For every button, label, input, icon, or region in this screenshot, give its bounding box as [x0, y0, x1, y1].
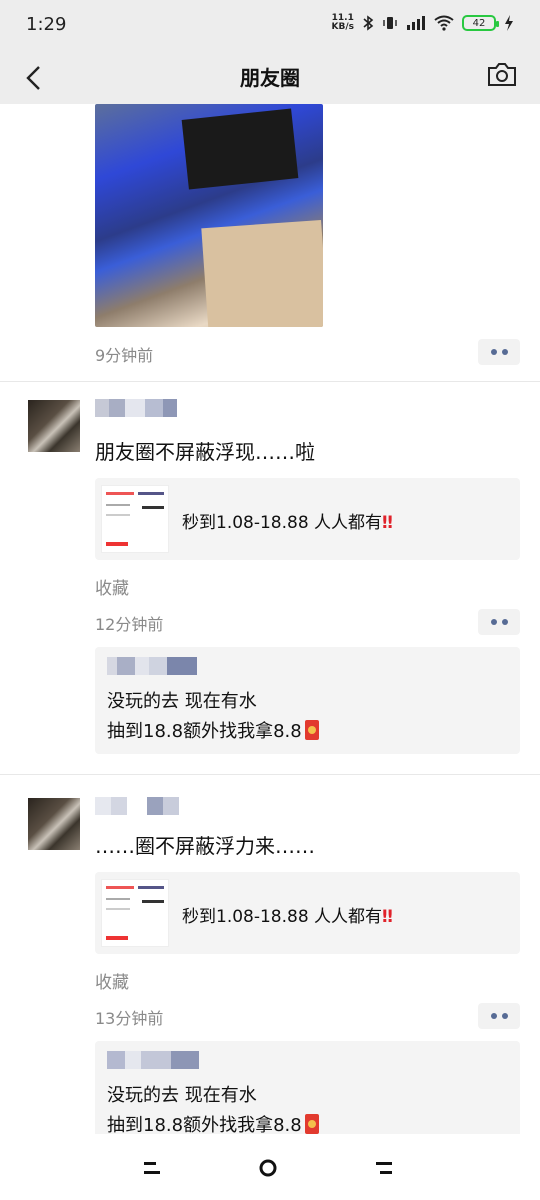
post-time: 12分钟前 — [95, 615, 164, 634]
post-text: ……圈不屏蔽浮力来…… — [95, 834, 315, 858]
blurred-name — [171, 1050, 199, 1069]
vibrate-icon — [383, 17, 397, 29]
dot-icon — [490, 1013, 497, 1019]
home-icon[interactable] — [256, 1158, 280, 1178]
comment-text: 抽到18.8额外找我拿8.8 — [107, 717, 319, 743]
post-photo[interactable] — [95, 104, 323, 327]
dot-icon — [490, 349, 497, 355]
blurred-name — [167, 656, 197, 675]
bluetooth-icon — [363, 15, 374, 31]
photo-object — [201, 219, 323, 327]
more-button[interactable] — [478, 339, 520, 365]
post-time: 13分钟前 — [95, 1009, 164, 1028]
divider — [0, 381, 540, 382]
comment-box: 没玩的去 现在有水 抽到18.8额外找我拿8.8 — [95, 1041, 520, 1134]
status-bar: 1:29 11.1 KB/s 42 — [0, 0, 540, 50]
more-button[interactable] — [478, 1003, 520, 1029]
dot-icon — [501, 1013, 508, 1019]
blurred-name — [109, 399, 125, 417]
link-title: 秒到1.08-18.88 人人都有‼ — [182, 907, 393, 927]
comment-text: 没玩的去 现在有水 — [107, 691, 257, 712]
favorite-label: 收藏 — [95, 579, 129, 599]
blurred-name — [163, 797, 179, 815]
comment-author[interactable] — [107, 1049, 199, 1069]
blurred-name — [117, 656, 135, 675]
blurred-name — [95, 797, 111, 815]
status-icons: 11.1 KB/s 42 — [332, 14, 514, 32]
top-nav: 朋友圈 — [0, 50, 540, 104]
blurred-name — [149, 656, 167, 675]
user-name[interactable] — [95, 796, 179, 818]
avatar[interactable] — [28, 400, 80, 452]
red-packet-icon — [304, 1114, 319, 1134]
exclamation-icon: ‼ — [382, 513, 393, 533]
wifi-icon — [434, 15, 454, 31]
page-title: 朋友圈 — [240, 66, 300, 90]
signal-icon — [407, 16, 425, 30]
menu-icon[interactable] — [140, 1158, 164, 1178]
link-title: 秒到1.08-18.88 人人都有‼ — [182, 513, 393, 533]
post-time: 9分钟前 — [95, 346, 154, 365]
blurred-name — [163, 399, 177, 417]
blurred-name — [125, 1050, 141, 1069]
post-text: 朋友圈不屏蔽浮现……啦 — [95, 440, 315, 464]
blurred-name — [147, 797, 163, 815]
comment-author[interactable] — [107, 655, 197, 675]
dot-icon — [501, 349, 508, 355]
more-button[interactable] — [478, 609, 520, 635]
exclamation-icon: ‼ — [382, 907, 393, 927]
dot-icon — [501, 619, 508, 625]
photo-object — [181, 108, 299, 190]
dot-icon — [490, 619, 497, 625]
back-nav-icon[interactable] — [372, 1158, 396, 1178]
blurred-name — [135, 656, 149, 675]
blurred-name — [107, 1050, 125, 1069]
favorite-label: 收藏 — [95, 973, 129, 993]
user-name[interactable] — [95, 398, 177, 420]
blurred-name — [95, 399, 109, 417]
avatar[interactable] — [28, 798, 80, 850]
comment-text: 没玩的去 现在有水 — [107, 1085, 257, 1106]
status-time: 1:29 — [26, 14, 67, 35]
moments-feed[interactable]: 9分钟前 朋友圈不屏蔽浮现……啦 秒到1.08-18.88 人人都有‼ 收藏 1… — [0, 104, 540, 1134]
camera-icon[interactable] — [486, 60, 520, 94]
link-thumbnail — [101, 879, 169, 947]
link-thumbnail — [101, 485, 169, 553]
blurred-name — [145, 399, 163, 417]
charging-icon — [505, 15, 513, 31]
link-card[interactable]: 秒到1.08-18.88 人人都有‼ — [95, 872, 520, 954]
comment-text: 抽到18.8额外找我拿8.8 — [107, 1111, 319, 1134]
battery-icon: 42 — [462, 15, 499, 31]
comment-box: 没玩的去 现在有水 抽到18.8额外找我拿8.8 — [95, 647, 520, 754]
blurred-name — [127, 797, 147, 815]
blurred-name — [107, 656, 117, 675]
blurred-name — [141, 1050, 171, 1069]
link-card[interactable]: 秒到1.08-18.88 人人都有‼ — [95, 478, 520, 560]
network-speed: 11.1 KB/s — [331, 13, 354, 32]
blurred-name — [111, 797, 127, 815]
red-packet-icon — [304, 720, 319, 740]
system-nav-bar — [0, 1134, 540, 1200]
blurred-name — [125, 399, 145, 417]
divider — [0, 774, 540, 775]
